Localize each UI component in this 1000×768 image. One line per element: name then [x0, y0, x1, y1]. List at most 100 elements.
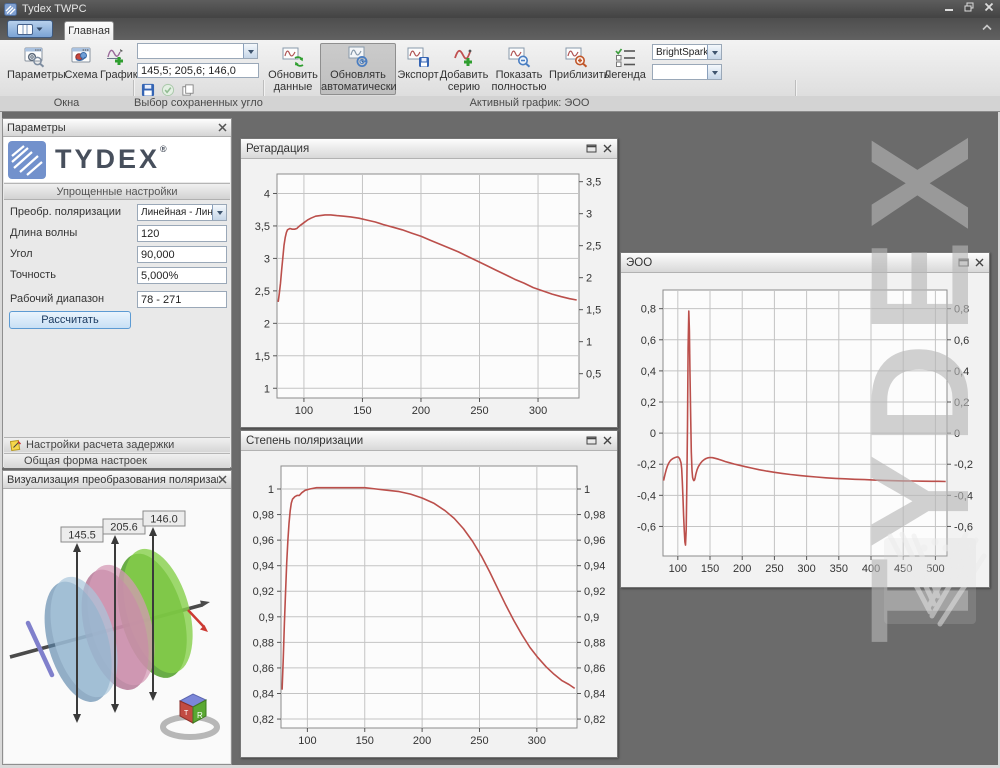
general-settings-bar[interactable]: Общая форма настроек — [4, 453, 230, 468]
zoom-in-icon — [563, 45, 589, 69]
field-row-polarization: Преобр. поляризации Линейная - Лин — [3, 204, 231, 222]
application-menu-button[interactable] — [7, 20, 53, 38]
tydex-logo: TYDEX® — [4, 137, 230, 182]
parameters-panel-titlebar[interactable]: Параметры — [3, 119, 231, 137]
auto-refresh-button[interactable]: Обновлятьавтоматически — [320, 43, 396, 95]
eoo-chart[interactable]: 1001502002503003504004505000,80,60,40,20… — [627, 278, 983, 580]
angle-label-1: 145.5 — [68, 530, 96, 542]
field-row-angle: Угол — [3, 246, 231, 264]
legend-button[interactable]: Легенда — [602, 43, 648, 95]
polarization-combo[interactable]: Линейная - Лин — [137, 204, 227, 221]
combo-dropdown-icon[interactable] — [243, 44, 257, 58]
combo-dropdown-icon[interactable] — [212, 205, 226, 220]
svg-text:0,84: 0,84 — [584, 688, 605, 700]
add-series-button[interactable]: Добавитьсерию — [438, 43, 490, 95]
graph-button[interactable]: График — [99, 43, 135, 95]
window-layout-icon — [17, 24, 33, 35]
group-label-saved-angles: Выбор сохраненных углов — [134, 96, 263, 111]
wavelength-input[interactable] — [137, 225, 227, 242]
angle-label-2: 205.6 — [110, 522, 138, 534]
polarization-degree-chart[interactable]: 10015020025030010,980,960,940,920,90,880… — [247, 456, 611, 750]
restore-icon[interactable] — [964, 2, 974, 12]
maximize-icon[interactable] — [958, 258, 969, 267]
angle-input[interactable] — [137, 246, 227, 263]
window-title: Tydex TWPC — [22, 3, 87, 15]
svg-text:100: 100 — [295, 405, 313, 417]
close-icon[interactable] — [603, 436, 612, 445]
close-icon[interactable] — [975, 258, 984, 267]
refresh-data-button[interactable]: Обновитьданные — [266, 43, 320, 95]
combo-dropdown-icon[interactable] — [707, 45, 721, 59]
visualization-panel: Визуализация преобразования поляризации — [2, 470, 232, 765]
svg-text:0: 0 — [650, 428, 656, 440]
parameters-window-gear-icon — [21, 45, 47, 69]
svg-text:0,4: 0,4 — [641, 366, 656, 378]
group-label-active-graph: Активный график: ЭОО — [264, 96, 795, 111]
polarization-3d-scene: 145.5 205.6 146.0 T R — [4, 489, 230, 763]
svg-text:0,6: 0,6 — [641, 335, 656, 347]
svg-text:4: 4 — [264, 188, 270, 200]
parameters-button[interactable]: Параметры — [6, 43, 62, 95]
cube-letter-right: R — [197, 711, 203, 720]
zoom-out-full-icon — [506, 45, 532, 69]
series-select-combo[interactable] — [652, 64, 722, 80]
svg-text:3,5: 3,5 — [586, 177, 601, 189]
svg-text:-0,4: -0,4 — [954, 490, 973, 502]
close-icon[interactable] — [218, 475, 227, 484]
visualization-panel-titlebar[interactable]: Визуализация преобразования поляризации — [3, 471, 231, 489]
angles-input[interactable] — [137, 63, 259, 78]
section-header-simple-settings[interactable]: Упрощенные настройки — [4, 183, 230, 200]
retardation-chart[interactable]: 10015020025030043,532,521,513,532,521,51… — [247, 164, 611, 420]
svg-text:250: 250 — [470, 405, 488, 417]
series-style-combo[interactable]: BrightSpark — [652, 44, 722, 60]
svg-text:0,98: 0,98 — [253, 510, 274, 522]
svg-text:-0,4: -0,4 — [637, 490, 656, 502]
svg-text:150: 150 — [356, 735, 374, 747]
close-icon[interactable] — [603, 144, 612, 153]
close-icon[interactable] — [218, 123, 227, 132]
delay-settings-bar[interactable]: Настройки расчета задержки — [4, 437, 230, 452]
chart-window-titlebar[interactable]: Ретардация — [241, 139, 617, 159]
combo-dropdown-icon[interactable] — [707, 65, 721, 79]
svg-text:3,5: 3,5 — [255, 221, 270, 233]
svg-text:2,5: 2,5 — [586, 241, 601, 253]
accuracy-input[interactable] — [137, 267, 227, 284]
working-range-input[interactable] — [137, 291, 227, 308]
window-frame — [0, 112, 2, 768]
schema-button-label: Схема — [64, 69, 97, 81]
svg-text:300: 300 — [528, 735, 546, 747]
polarization-3d-view[interactable]: 145.5 205.6 146.0 T R — [4, 489, 230, 763]
svg-text:1: 1 — [264, 383, 270, 395]
chart-window-titlebar[interactable]: Степень поляризации — [241, 431, 617, 451]
svg-text:1,5: 1,5 — [586, 305, 601, 317]
schema-button[interactable]: Схема — [61, 43, 101, 95]
svg-text:0,96: 0,96 — [253, 535, 274, 547]
parameters-panel: Параметры TYDEX® Упрощенные настройки Пр… — [2, 118, 232, 468]
saved-angles-combo[interactable] — [137, 43, 258, 59]
chevron-down-icon — [36, 27, 43, 32]
minimize-icon[interactable] — [944, 2, 954, 12]
zoom-in-button[interactable]: Приблизить — [548, 43, 604, 95]
refresh-data-icon — [280, 45, 306, 69]
svg-text:0,88: 0,88 — [253, 637, 274, 649]
close-icon[interactable] — [984, 2, 994, 12]
angle-label-3: 146.0 — [150, 514, 178, 526]
titlebar[interactable]: Tydex TWPC — [0, 0, 1000, 18]
svg-text:0,4: 0,4 — [954, 366, 969, 378]
tab-home[interactable]: Главная — [64, 21, 114, 40]
svg-text:0,2: 0,2 — [954, 397, 969, 409]
svg-text:2: 2 — [264, 318, 270, 330]
svg-text:0,8: 0,8 — [954, 304, 969, 316]
export-button[interactable]: Экспорт — [396, 43, 440, 95]
svg-text:3: 3 — [264, 253, 270, 265]
chart-window-titlebar[interactable]: ЭОО — [621, 253, 989, 273]
show-all-button[interactable]: Показатьполностью — [489, 43, 549, 95]
svg-text:0,94: 0,94 — [584, 561, 605, 573]
mdi-workspace: Параметры TYDEX® Упрощенные настройки Пр… — [0, 112, 1000, 768]
maximize-icon[interactable] — [586, 144, 597, 153]
maximize-icon[interactable] — [586, 436, 597, 445]
tydex-logo-text: TYDEX® — [55, 144, 170, 175]
calculate-button[interactable]: Рассчитать — [9, 311, 131, 329]
collapse-ribbon-icon[interactable] — [982, 24, 992, 31]
add-series-icon — [451, 45, 477, 69]
